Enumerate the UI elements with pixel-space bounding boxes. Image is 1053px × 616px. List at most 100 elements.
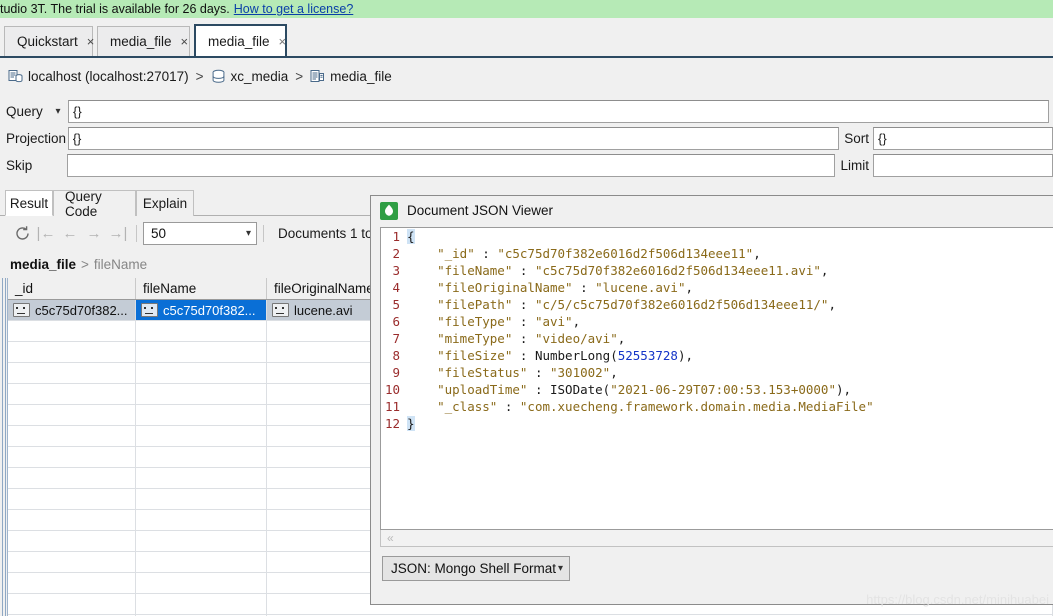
next-page-icon[interactable]: → bbox=[82, 221, 106, 245]
json-line: 5 "filePath" : "c/5/c5c75d70f382e6016d2f… bbox=[381, 296, 1053, 313]
cell-empty[interactable] bbox=[8, 384, 136, 405]
cell-empty[interactable] bbox=[8, 531, 136, 552]
json-viewer-hscrollbar[interactable]: « bbox=[380, 530, 1053, 547]
cell-empty[interactable] bbox=[8, 363, 136, 384]
projection-row: Projection Sort bbox=[0, 125, 1053, 152]
json-viewer-title: Document JSON Viewer bbox=[407, 203, 554, 218]
cell-value: lucene.avi bbox=[294, 302, 353, 318]
collection-icon bbox=[310, 69, 325, 84]
query-input[interactable] bbox=[68, 100, 1049, 123]
json-line-number: 10 bbox=[384, 382, 400, 397]
cell-empty[interactable] bbox=[8, 426, 136, 447]
cell-empty[interactable] bbox=[8, 405, 136, 426]
json-format-select[interactable]: JSON: Mongo Shell Format ▾ bbox=[382, 556, 570, 581]
json-line-number: 1 bbox=[392, 229, 400, 244]
grid-header-id[interactable]: _id bbox=[8, 278, 136, 299]
tab-result[interactable]: Result bbox=[5, 190, 53, 216]
cell-empty[interactable] bbox=[136, 531, 267, 552]
breadcrumb-separator: > bbox=[195, 69, 204, 84]
query-form: Query ▾ Projection Sort Skip Limit bbox=[0, 93, 1053, 188]
cell-empty[interactable] bbox=[8, 342, 136, 363]
breadcrumb-collection[interactable]: media_file bbox=[330, 69, 392, 84]
grid-header-filename[interactable]: fileName bbox=[136, 278, 267, 299]
chevron-down-icon: ▾ bbox=[557, 563, 563, 574]
json-line-number: 5 bbox=[392, 297, 400, 312]
json-line-code: "fileType" : "avi", bbox=[407, 314, 581, 329]
path-collection: media_file bbox=[10, 256, 77, 272]
json-line-code: "fileOriginalName" : "lucene.avi", bbox=[407, 280, 693, 295]
cell-empty[interactable] bbox=[136, 468, 267, 489]
json-line-number: 8 bbox=[392, 348, 400, 363]
page-size-select[interactable]: 50 ▾ bbox=[143, 221, 257, 245]
result-tab-label: Result bbox=[9, 195, 49, 211]
json-line-number: 4 bbox=[392, 280, 400, 295]
json-line-number: 11 bbox=[384, 399, 400, 414]
cell-empty[interactable] bbox=[136, 510, 267, 531]
skip-input[interactable] bbox=[67, 154, 836, 177]
json-viewer-body[interactable]: 1{2 "_id" : "c5c75d70f382e6016d2f506d134… bbox=[380, 227, 1053, 530]
json-line-code: "mimeType" : "video/avi", bbox=[407, 331, 626, 346]
server-icon bbox=[8, 69, 23, 84]
cell-empty[interactable] bbox=[136, 384, 267, 405]
json-line-number: 2 bbox=[392, 246, 400, 261]
cell-empty[interactable] bbox=[136, 447, 267, 468]
tab-explain[interactable]: Explain bbox=[136, 190, 194, 216]
cell-empty[interactable] bbox=[136, 321, 267, 342]
json-line: 6 "fileType" : "avi", bbox=[381, 313, 1053, 330]
cell-empty[interactable] bbox=[8, 447, 136, 468]
close-icon[interactable]: × bbox=[181, 35, 189, 48]
cell-empty[interactable] bbox=[136, 573, 267, 594]
cell-empty[interactable] bbox=[136, 594, 267, 615]
chevron-down-icon[interactable]: ▾ bbox=[48, 106, 68, 117]
first-page-icon[interactable]: |← bbox=[34, 221, 58, 245]
json-line-code: "fileStatus" : "301002", bbox=[407, 365, 618, 380]
breadcrumb-database[interactable]: xc_media bbox=[231, 69, 289, 84]
cell-empty[interactable] bbox=[136, 342, 267, 363]
trial-banner-text: tudio 3T. The trial is available for 26 … bbox=[0, 2, 230, 16]
cell-empty[interactable] bbox=[136, 426, 267, 447]
result-tab-label: Query Code bbox=[65, 188, 102, 219]
tab-query-code[interactable]: Query Code bbox=[53, 188, 136, 219]
grid-gutter bbox=[0, 278, 8, 616]
json-line: 9 "fileStatus" : "301002", bbox=[381, 364, 1053, 381]
tab-media-file-1[interactable]: media_file × bbox=[97, 26, 190, 56]
refresh-icon[interactable] bbox=[10, 221, 34, 245]
cell-empty[interactable] bbox=[8, 510, 136, 531]
mongo-leaf-icon bbox=[380, 201, 398, 220]
query-label: Query bbox=[6, 104, 43, 119]
scroll-left-icon[interactable]: « bbox=[387, 531, 394, 545]
json-line: 12} bbox=[381, 415, 1053, 432]
get-license-link[interactable]: How to get a license? bbox=[234, 2, 354, 16]
cell-empty[interactable] bbox=[8, 573, 136, 594]
page-size-value: 50 bbox=[151, 225, 167, 241]
cell-empty[interactable] bbox=[136, 363, 267, 384]
cell-id[interactable]: c5c75d70f382... bbox=[8, 300, 136, 321]
cell-empty[interactable] bbox=[8, 489, 136, 510]
cell-empty[interactable] bbox=[8, 552, 136, 573]
cell-empty[interactable] bbox=[8, 468, 136, 489]
cell-empty[interactable] bbox=[8, 321, 136, 342]
breadcrumb-server[interactable]: localhost (localhost:27017) bbox=[28, 69, 189, 84]
last-page-icon[interactable]: →| bbox=[106, 221, 130, 245]
cell-empty[interactable] bbox=[136, 489, 267, 510]
sort-input[interactable] bbox=[873, 127, 1053, 150]
json-line: 4 "fileOriginalName" : "lucene.avi", bbox=[381, 279, 1053, 296]
close-icon[interactable]: × bbox=[87, 35, 95, 48]
path-arrow: > bbox=[81, 256, 89, 272]
cell-filename[interactable]: c5c75d70f382... bbox=[136, 300, 267, 321]
cell-empty[interactable] bbox=[136, 552, 267, 573]
cell-empty[interactable] bbox=[8, 594, 136, 615]
projection-input[interactable] bbox=[67, 127, 840, 150]
cell-empty[interactable] bbox=[136, 405, 267, 426]
path-field: fileName bbox=[93, 256, 148, 272]
limit-label: Limit bbox=[840, 158, 869, 173]
tab-media-file-2[interactable]: media_file × bbox=[194, 24, 287, 56]
close-icon[interactable]: × bbox=[279, 35, 287, 48]
document-icon bbox=[272, 303, 289, 317]
json-line-code: { bbox=[407, 229, 415, 244]
json-line-code: "filePath" : "c/5/c5c75d70f382e6016d2f50… bbox=[407, 297, 836, 312]
prev-page-icon[interactable]: ← bbox=[58, 221, 82, 245]
tab-quickstart[interactable]: Quickstart × bbox=[4, 26, 95, 56]
limit-input[interactable] bbox=[873, 154, 1053, 177]
breadcrumb-separator: > bbox=[295, 69, 304, 84]
